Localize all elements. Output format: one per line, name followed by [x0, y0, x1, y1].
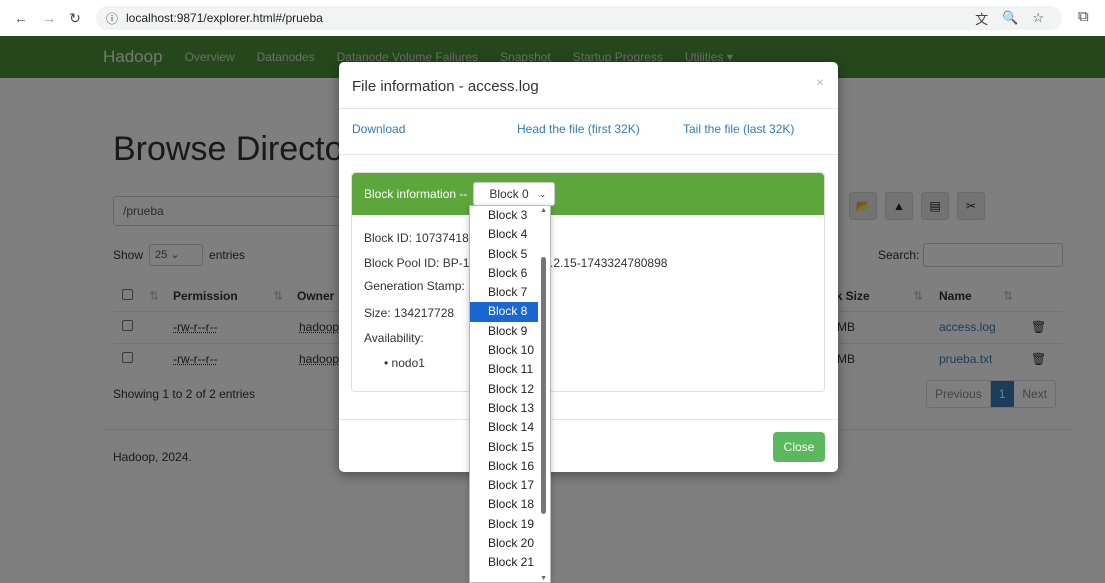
dropdown-option[interactable]: Block 17	[470, 476, 538, 495]
dropdown-options: Block 3 Block 4 Block 5 Block 6 Block 7 Block…	[470, 206, 550, 573]
dropdown-option[interactable]: Block 12	[470, 380, 538, 399]
node-item: • nodo1	[384, 356, 425, 370]
star-icon[interactable]: ☆	[1032, 10, 1044, 26]
block-info-panel: Block information -- Block 0 ⌄ Block ID: …	[351, 172, 825, 392]
block-dropdown-list[interactable]: Block 3 Block 4 Block 5 Block 6 Block 7 Block…	[469, 205, 551, 583]
dropdown-option[interactable]: Block 13	[470, 399, 538, 418]
close-button[interactable]: Close	[773, 432, 825, 462]
scroll-down-icon[interactable]: ▼	[540, 575, 547, 582]
dropdown-option[interactable]: Block 19	[470, 515, 538, 534]
back-icon[interactable]: ←	[10, 7, 32, 29]
forward-icon[interactable]: →	[38, 7, 60, 29]
dropdown-option[interactable]: Block 4	[470, 225, 538, 244]
reload-icon[interactable]: ↻	[64, 7, 86, 29]
close-icon[interactable]: ×	[816, 74, 824, 90]
modal-divider	[339, 419, 838, 420]
info-icon[interactable]: ⓘ	[106, 10, 118, 27]
extensions-icon[interactable]: ⧉	[1078, 8, 1089, 25]
address-bar[interactable]: ⓘ localhost:9871/explorer.html#/prueba 文…	[96, 6, 1062, 30]
block-select[interactable]: Block 0 ⌄	[473, 182, 556, 206]
head-file-link[interactable]: Head the file (first 32K)	[517, 122, 640, 136]
block-info-header: Block information -- Block 0 ⌄	[352, 173, 824, 215]
dropdown-option[interactable]: Block 7	[470, 283, 538, 302]
scrollbar-thumb[interactable]	[541, 257, 546, 514]
availability-label: Availability:	[364, 331, 424, 345]
block-size-value: Size: 134217728	[364, 306, 455, 320]
translate-icon[interactable]: 文	[975, 9, 988, 28]
browser-toolbar: ← → ↻ ⓘ localhost:9871/explorer.html#/pr…	[0, 0, 1105, 36]
file-info-modal: File information - access.log × Download…	[339, 62, 838, 472]
modal-divider	[339, 108, 838, 109]
dropdown-option[interactable]: Block 18	[470, 495, 538, 514]
dropdown-option[interactable]: Block 10	[470, 341, 538, 360]
modal-title: File information - access.log	[352, 78, 539, 95]
chevron-down-icon: ⌄	[538, 188, 547, 199]
dropdown-option[interactable]: Block 15	[470, 438, 538, 457]
dropdown-option[interactable]: Block 21	[470, 553, 538, 572]
scroll-up-icon[interactable]: ▲	[540, 207, 547, 214]
download-link[interactable]: Download	[352, 122, 405, 136]
block-info-label: Block information --	[364, 187, 468, 201]
dropdown-option[interactable]: Block 6	[470, 264, 538, 283]
block-pool-id: Block Pool ID: BP-1	[364, 256, 470, 270]
dropdown-option[interactable]: Block 20	[470, 534, 538, 553]
block-pool-suffix: .2.15-1743324780898	[550, 256, 668, 270]
dropdown-option[interactable]: Block 3	[470, 206, 538, 225]
dropdown-option[interactable]: Block 11	[470, 360, 538, 379]
dropdown-option[interactable]: Block 8	[470, 302, 538, 322]
dropdown-option[interactable]: Block 5	[470, 245, 538, 264]
zoom-icon[interactable]: 🔍	[1002, 10, 1018, 26]
block-id: Block ID: 107374182	[364, 231, 476, 245]
dropdown-option[interactable]: Block 9	[470, 322, 538, 341]
dropdown-option[interactable]: Block 16	[470, 457, 538, 476]
modal-divider	[339, 154, 838, 155]
url-text: localhost:9871/explorer.html#/prueba	[126, 11, 323, 25]
generation-stamp: Generation Stamp:	[364, 279, 465, 293]
dropdown-option[interactable]: Block 14	[470, 418, 538, 437]
tail-file-link[interactable]: Tail the file (last 32K)	[683, 122, 794, 136]
